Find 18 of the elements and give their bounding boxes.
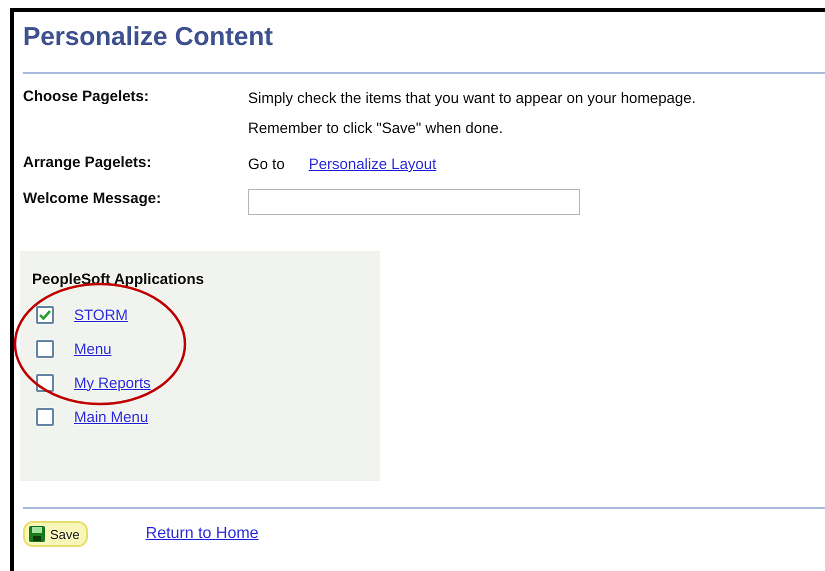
instruction-text: Simply check the items that you want to appear on your homepage. Remember to click "Save" when done. [248,89,697,139]
checkbox[interactable] [36,340,54,358]
layout-link[interactable]: Personalize Layout [308,150,436,180]
field-label: Choose Pagelets: [23,87,150,107]
checkbox[interactable] [36,408,54,426]
pagelet-link[interactable]: STORM [74,306,128,324]
link-prefix: Go to [248,155,285,175]
welcome-message-field[interactable] [248,189,580,215]
field-label: Welcome Message: [23,189,162,209]
field-label: Arrange Pagelets: [23,153,152,173]
return-link[interactable]: Return to Home [146,525,259,543]
save-button[interactable]: Save [23,521,88,547]
group-title: PeopleSoft Applications [32,271,205,288]
pagelet-link[interactable]: Main Menu [74,408,148,426]
pagelet-link[interactable]: My Reports [74,374,151,392]
checkbox[interactable] [36,306,54,324]
pagelet-link[interactable]: Menu [74,340,112,358]
page-title: Personalize Content [23,20,274,53]
